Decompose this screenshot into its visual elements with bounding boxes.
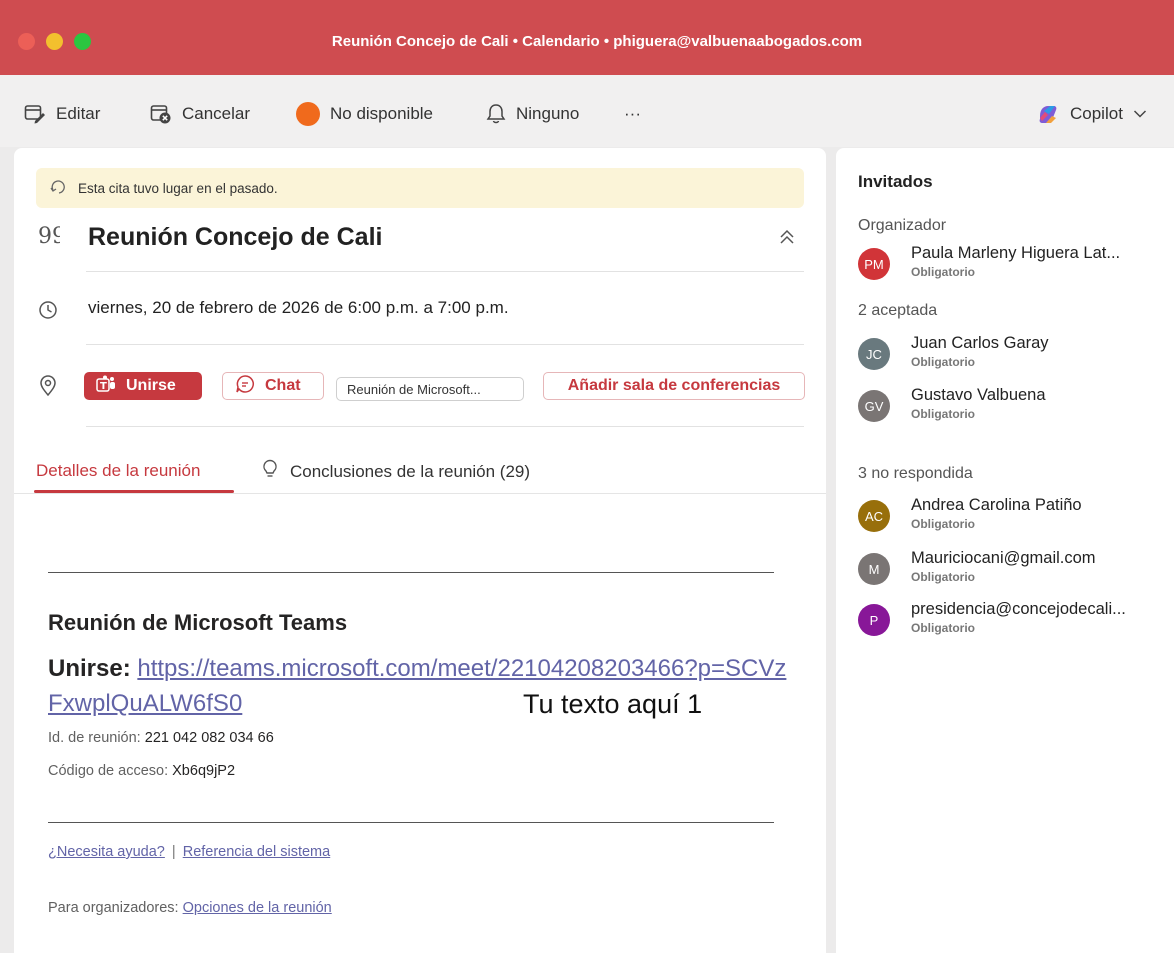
reminder-label: Ninguno <box>516 104 580 123</box>
edit-label: Editar <box>56 104 101 123</box>
past-event-banner: Esta cita tuvo lugar en el pasado. <box>36 168 804 208</box>
event-datetime: viernes, 20 de febrero de 2026 de 6:00 p… <box>88 298 509 317</box>
quote-icon: 99 <box>38 224 66 249</box>
copilot-icon <box>1036 102 1060 126</box>
passcode-value: Xb6q9jP2 <box>172 763 236 779</box>
attendee-role: Obligatorio <box>911 355 975 369</box>
attendees-panel: Invitados Organizador PM Paula Marleny H… <box>836 148 1174 953</box>
teams-icon: T <box>96 375 116 398</box>
attendee-item[interactable]: GV Gustavo Valbuena Obligatorio <box>858 386 1174 430</box>
svg-text:99: 99 <box>38 226 60 244</box>
join-prefix: Unirse: <box>48 655 131 682</box>
attendee-role: Obligatorio <box>911 517 975 531</box>
svg-text:T: T <box>100 381 107 392</box>
divider <box>86 271 804 272</box>
avatar: JC <box>858 338 890 370</box>
attendee-item[interactable]: M Mauriciocani@gmail.com Obligatorio <box>858 549 1174 593</box>
attendees-title: Invitados <box>858 172 933 191</box>
attendee-item[interactable]: AC Andrea Carolina Patiño Obligatorio <box>858 496 1174 540</box>
copilot-button[interactable]: Copilot <box>1036 102 1147 126</box>
location-teams-meeting[interactable]: Reunión de Microsoft... <box>336 377 524 401</box>
attendee-item[interactable]: PM Paula Marleny Higuera Lat... Obligato… <box>858 244 1174 288</box>
body-rule <box>48 572 774 573</box>
event-details-pane: Esta cita tuvo lugar en el pasado. 99 Re… <box>14 148 826 953</box>
attendee-role: Obligatorio <box>911 265 975 279</box>
meeting-title: Reunión Concejo de Cali <box>88 223 383 251</box>
organizers-label: Para organizadores: <box>48 900 179 916</box>
attendee-name: Paula Marleny Higuera Lat... <box>911 244 1121 262</box>
group-label-organizer: Organizador <box>858 217 947 234</box>
title-bar: Reunión Concejo de Cali • Calendario • p… <box>0 0 1174 75</box>
cancel-calendar-icon <box>150 104 172 124</box>
system-reference-link[interactable]: Referencia del sistema <box>183 844 331 860</box>
meeting-options-link[interactable]: Opciones de la reunión <box>183 900 332 916</box>
avatar: GV <box>858 390 890 422</box>
chevron-double-up-icon[interactable] <box>778 228 796 251</box>
location-pin-icon <box>38 375 58 402</box>
meeting-id-line: Id. de reunión: 221 042 082 034 66 <box>48 730 274 746</box>
tab-meeting-insights[interactable]: Conclusiones de la reunión (29) <box>262 459 530 484</box>
chat-button[interactable]: Chat <box>222 372 324 400</box>
organizers-line: Para organizadores: Opciones de la reuni… <box>48 900 332 916</box>
cancel-label: Cancelar <box>182 104 251 123</box>
help-link[interactable]: ¿Necesita ayuda? <box>48 844 165 860</box>
attendee-name: Andrea Carolina Patiño <box>911 496 1082 514</box>
busy-status-icon <box>296 102 320 126</box>
copilot-label: Copilot <box>1070 104 1123 123</box>
join-meeting-button[interactable]: T Unirse <box>84 372 202 400</box>
avatar: M <box>858 553 890 585</box>
link-separator: | <box>171 844 176 860</box>
bell-icon <box>486 103 506 125</box>
attendee-role: Obligatorio <box>911 407 975 421</box>
edit-button[interactable]: Editar <box>24 102 100 126</box>
passcode-line: Código de acceso: Xb6q9jP2 <box>48 763 235 779</box>
join-label: Unirse <box>126 377 176 394</box>
attendee-role: Obligatorio <box>911 621 975 635</box>
avatar: P <box>858 604 890 636</box>
history-icon <box>50 178 68 199</box>
edit-calendar-icon <box>24 104 46 124</box>
tabs-divider <box>14 493 826 494</box>
chat-icon <box>235 374 255 399</box>
divider <box>86 344 804 345</box>
meeting-id-label: Id. de reunión: <box>48 730 141 746</box>
chevron-down-icon <box>1133 109 1147 119</box>
attendee-name: Mauriciocani@gmail.com <box>911 549 1096 567</box>
window-title: Reunión Concejo de Cali • Calendario • p… <box>331 33 863 50</box>
passcode-label: Código de acceso: <box>48 763 169 779</box>
clock-icon <box>38 300 58 325</box>
tab-meeting-insights-label: Conclusiones de la reunión (29) <box>290 461 531 481</box>
lightbulb-icon <box>262 459 278 484</box>
toolbar: Editar Cancelar No disponible Ninguno ··… <box>0 75 1174 147</box>
group-label-no-response: 3 no respondida <box>858 465 973 482</box>
attendee-role: Obligatorio <box>911 570 975 584</box>
meeting-id-value: 221 042 082 034 66 <box>144 730 274 746</box>
avatar: AC <box>858 500 890 532</box>
status-dropdown[interactable]: No disponible <box>296 102 433 126</box>
help-line: ¿Necesita ayuda? | Referencia del sistem… <box>48 844 330 860</box>
attendee-name: Gustavo Valbuena <box>911 386 1046 404</box>
body-rule <box>48 822 774 823</box>
attendee-name: presidencia@concejodecali... <box>911 600 1126 618</box>
chat-label: Chat <box>265 377 301 394</box>
cancel-button[interactable]: Cancelar <box>150 102 250 126</box>
avatar: PM <box>858 248 890 280</box>
divider <box>86 426 804 427</box>
attendee-name: Juan Carlos Garay <box>911 334 1049 352</box>
status-label: No disponible <box>330 104 434 123</box>
more-label: ··· <box>624 104 641 123</box>
add-conference-room-button[interactable]: Añadir sala de conferencias <box>543 372 805 400</box>
past-event-notice: Esta cita tuvo lugar en el pasado. <box>78 180 278 196</box>
group-label-accepted: 2 aceptada <box>858 302 938 319</box>
tab-meeting-details[interactable]: Detalles de la reunión <box>36 461 200 481</box>
reminder-dropdown[interactable]: Ninguno <box>486 102 579 126</box>
attendee-item[interactable]: P presidencia@concejodecali... Obligator… <box>858 600 1174 644</box>
more-options-button[interactable]: ··· <box>624 102 641 126</box>
attendee-item[interactable]: JC Juan Carlos Garay Obligatorio <box>858 334 1174 378</box>
teams-meeting-heading: Reunión de Microsoft Teams <box>48 610 348 635</box>
overlay-text: Tu texto aquí 1 <box>523 689 703 719</box>
